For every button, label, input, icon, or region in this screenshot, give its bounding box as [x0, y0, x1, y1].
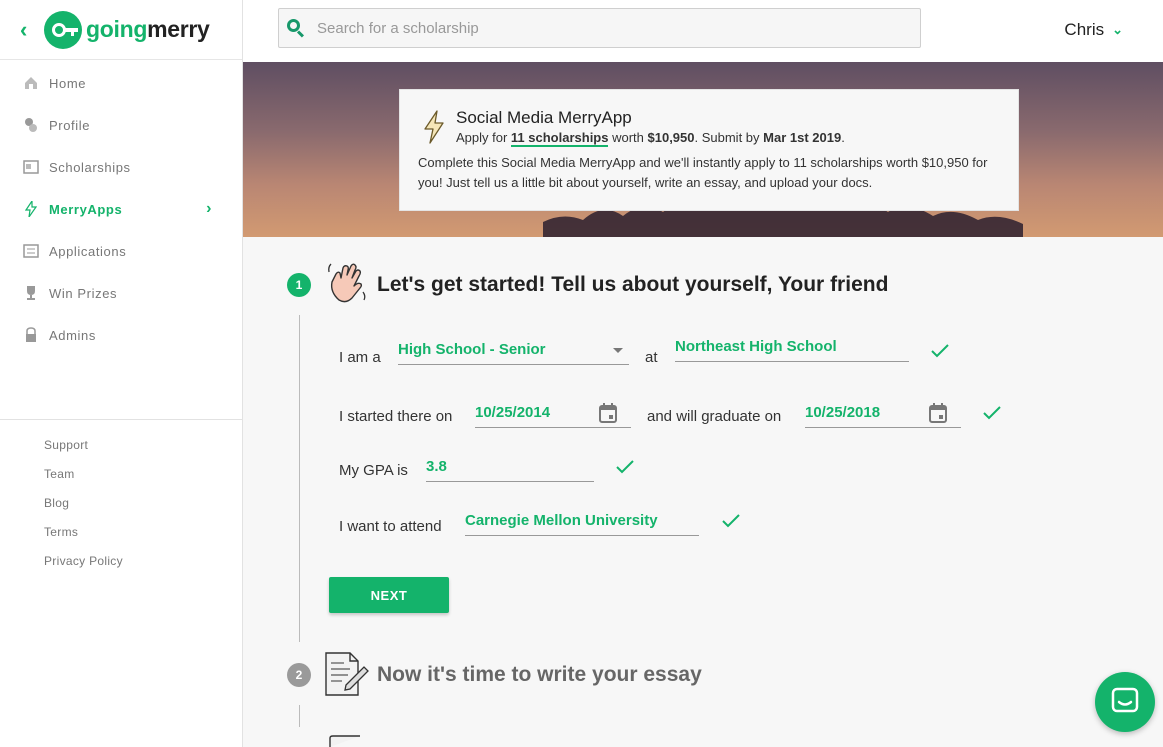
graduate-label: and will graduate on — [647, 408, 782, 425]
grade-select[interactable]: High School - Senior — [398, 339, 629, 365]
school-value: Northeast High School — [675, 338, 837, 355]
lock-icon — [22, 326, 40, 344]
start-date-value: 10/25/2014 — [475, 404, 551, 421]
chevron-right-icon: › — [206, 200, 212, 217]
footer-link-blog[interactable]: Blog — [44, 496, 123, 525]
attend-value: Carnegie Mellon University — [465, 512, 658, 529]
search-icon — [287, 19, 305, 38]
chevron-down-icon: ⌄ — [1112, 22, 1123, 37]
gpa-input[interactable]: 3.8 — [426, 456, 594, 482]
calendar-icon[interactable] — [599, 403, 617, 423]
attend-label: I want to attend — [339, 518, 442, 535]
merryapp-info-card: Social Media MerryApp Apply for 11 schol… — [399, 89, 1019, 211]
gpa-value: 3.8 — [426, 458, 447, 475]
search-box[interactable] — [278, 8, 921, 48]
merryapp-summary: Apply for 11 scholarships worth $10,950.… — [456, 130, 845, 147]
profile-icon — [22, 116, 40, 134]
at-label: at — [645, 349, 658, 366]
scholarships-count-link[interactable]: 11 scholarships — [510, 130, 609, 147]
start-date-input[interactable]: 10/25/2014 — [475, 402, 631, 428]
sidebar-item-profile[interactable]: Profile — [0, 104, 242, 146]
sidebar-item-merryapps[interactable]: MerryApps › — [0, 188, 242, 230]
step-1-connector — [299, 315, 300, 642]
brand-logo-text[interactable]: goingmerry — [86, 16, 210, 43]
footer-link-privacy-policy[interactable]: Privacy Policy — [44, 554, 123, 583]
footer-link-support[interactable]: Support — [44, 438, 123, 467]
checkmark-icon — [616, 460, 634, 474]
sidebar-item-admins[interactable]: Admins — [0, 314, 242, 356]
grad-date-value: 10/25/2018 — [805, 404, 881, 421]
step-1-number: 1 — [287, 273, 311, 297]
sidebar-item-label: Home — [49, 75, 87, 91]
logo-key-icon[interactable] — [44, 10, 82, 49]
i-am-a-label: I am a — [339, 349, 381, 366]
sidebar: ‹ goingmerry Home Profile Scholarships M… — [0, 0, 243, 747]
sidebar-item-home[interactable]: Home — [0, 62, 242, 104]
home-icon — [22, 74, 40, 92]
search-input[interactable] — [317, 19, 897, 37]
waving-hand-icon — [328, 263, 366, 303]
sidebar-divider — [0, 419, 242, 420]
applications-icon — [22, 242, 40, 260]
sidebar-footer-links: Support Team Blog Terms Privacy Policy — [44, 438, 123, 583]
step-2-number: 2 — [287, 663, 311, 687]
sidebar-item-label: Admins — [49, 327, 96, 343]
footer-link-team[interactable]: Team — [44, 467, 123, 496]
sidebar-item-label: Win Prizes — [49, 285, 118, 301]
essay-document-icon — [325, 652, 369, 696]
topbar: Chris ⌄ — [243, 0, 1163, 62]
checkmark-icon — [983, 406, 1001, 420]
gpa-label: My GPA is — [339, 462, 408, 479]
sidebar-item-label: Applications — [49, 243, 127, 259]
brand-header: ‹ goingmerry — [0, 0, 242, 60]
sidebar-item-applications[interactable]: Applications — [0, 230, 242, 272]
user-name: Chris — [1064, 20, 1105, 39]
calendar-icon[interactable] — [929, 403, 947, 423]
started-label: I started there on — [339, 408, 453, 425]
lightning-icon — [424, 110, 444, 144]
attend-input[interactable]: Carnegie Mellon University — [465, 510, 699, 536]
scholarships-icon — [22, 158, 40, 176]
merryapp-description: Complete this Social Media MerryApp and … — [418, 155, 988, 190]
dropdown-caret-icon — [613, 348, 623, 353]
sidebar-item-label: MerryApps — [49, 201, 123, 217]
chat-support-button[interactable] — [1095, 672, 1155, 732]
step-2-title: Now it's time to write your essay — [377, 663, 702, 686]
grade-value: High School - Senior — [398, 341, 546, 358]
sidebar-item-label: Profile — [49, 117, 91, 133]
footer-link-terms[interactable]: Terms — [44, 525, 123, 554]
user-menu[interactable]: Chris ⌄ — [1064, 20, 1123, 40]
back-chevron-icon[interactable]: ‹ — [20, 17, 42, 43]
lightning-icon — [22, 200, 40, 218]
trophy-icon — [22, 284, 40, 302]
grad-date-input[interactable]: 10/25/2018 — [805, 402, 961, 428]
sidebar-item-label: Scholarships — [49, 159, 131, 175]
sidebar-nav: Home Profile Scholarships MerryApps › Ap… — [0, 60, 242, 356]
step-1-title: Let's get started! Tell us about yoursel… — [377, 273, 889, 296]
chat-icon — [1111, 687, 1139, 713]
checkmark-icon — [931, 344, 949, 358]
sidebar-item-scholarships[interactable]: Scholarships — [0, 146, 242, 188]
upload-scroll-icon — [329, 735, 360, 747]
next-button[interactable]: NEXT — [329, 577, 449, 613]
step-2-connector — [299, 705, 300, 727]
school-input[interactable]: Northeast High School — [675, 336, 909, 362]
checkmark-icon — [722, 514, 740, 528]
sidebar-item-win-prizes[interactable]: Win Prizes — [0, 272, 242, 314]
hero-banner: Social Media MerryApp Apply for 11 schol… — [243, 62, 1163, 237]
merryapp-title: Social Media MerryApp — [456, 108, 632, 127]
